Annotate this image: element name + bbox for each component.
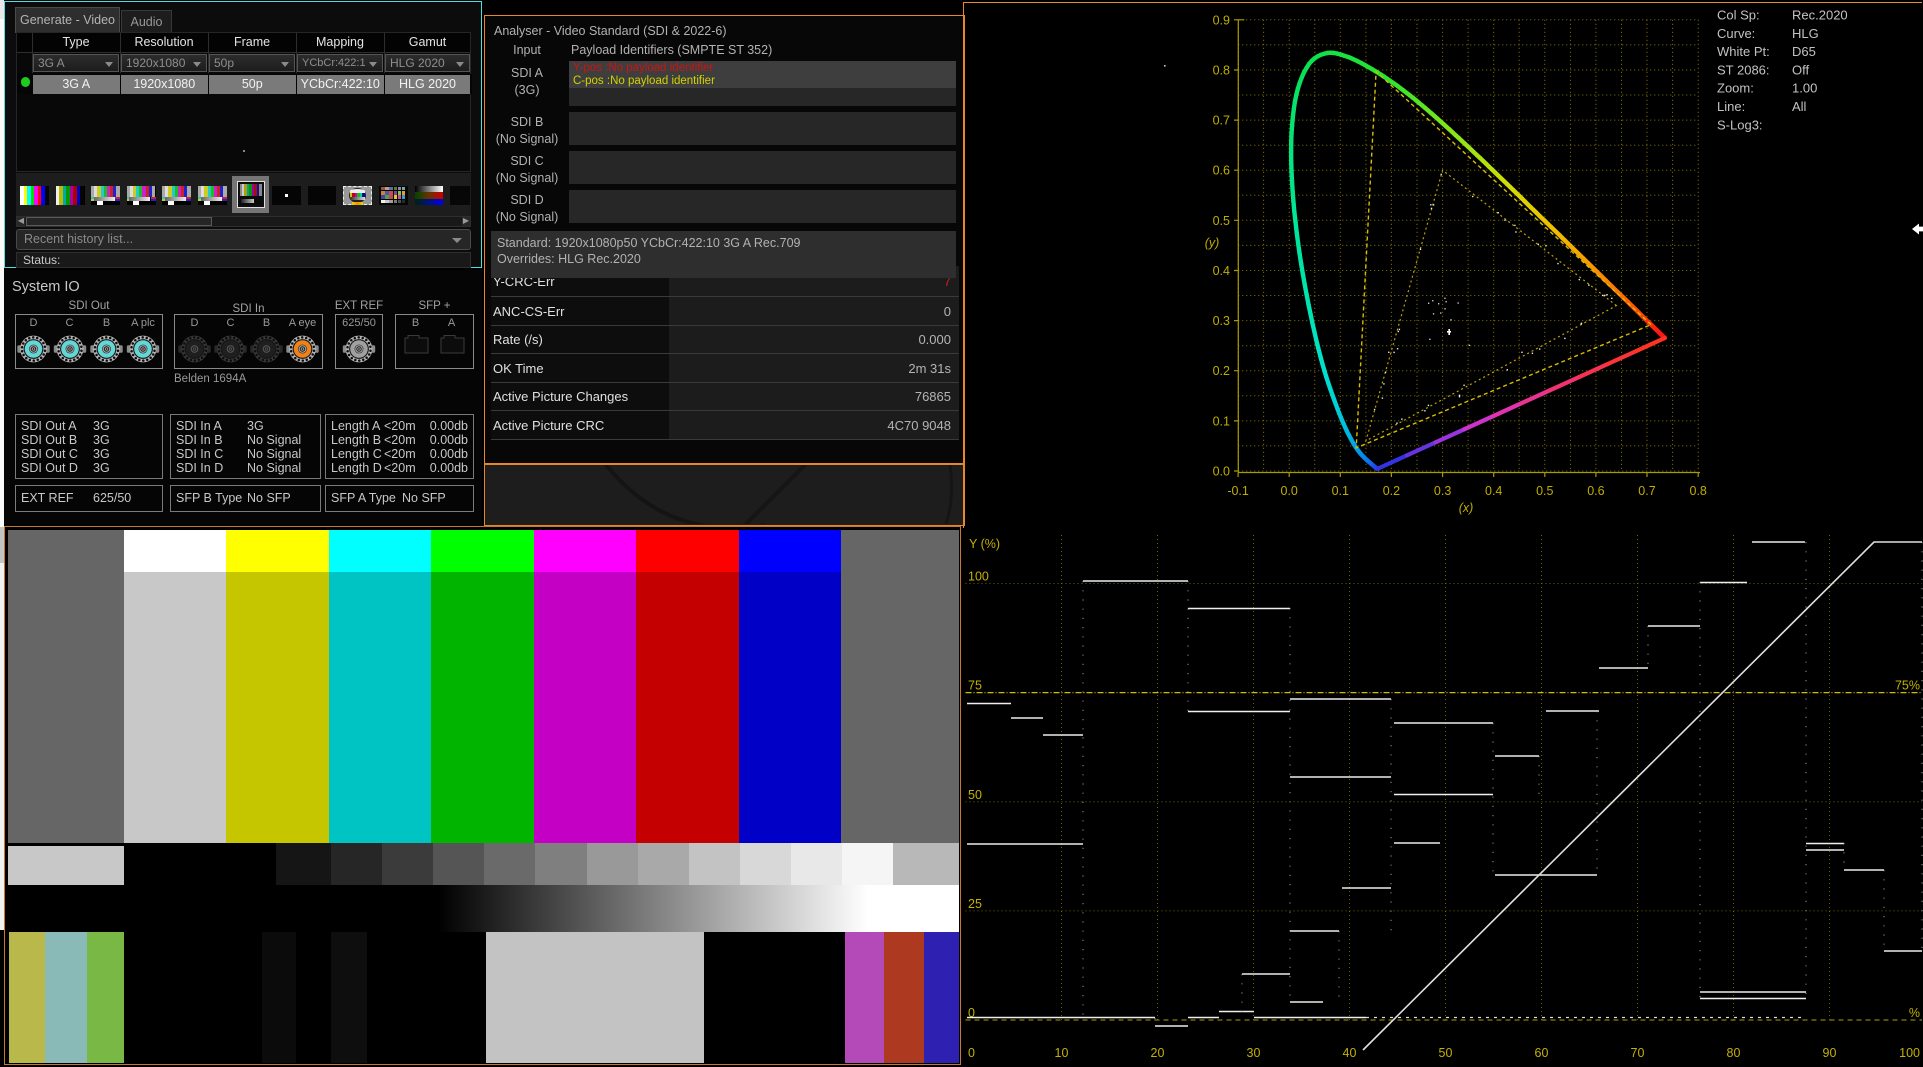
svg-text:Y (%): Y (%) — [969, 537, 1000, 551]
svg-text:%: % — [1909, 1006, 1920, 1020]
svg-text:D65: D65 — [1792, 44, 1816, 59]
svg-text:Col Sp:: Col Sp: — [1717, 8, 1760, 23]
svg-text:0.6: 0.6 — [1213, 164, 1230, 178]
svg-text:75: 75 — [968, 679, 982, 693]
svg-text:40: 40 — [1343, 1046, 1357, 1060]
svg-text:All: All — [1792, 99, 1807, 114]
svg-text:75%: 75% — [1895, 679, 1920, 693]
svg-text:Off: Off — [1792, 62, 1809, 77]
svg-text:0.3: 0.3 — [1213, 314, 1230, 328]
svg-text:50: 50 — [968, 788, 982, 802]
svg-text:0.7: 0.7 — [1213, 114, 1230, 128]
svg-text:ST 2086:: ST 2086: — [1717, 62, 1770, 77]
svg-text:(y): (y) — [1205, 236, 1220, 250]
svg-text:0.5: 0.5 — [1213, 214, 1230, 228]
svg-text:0.4: 0.4 — [1213, 264, 1230, 278]
svg-text:Zoom:: Zoom: — [1717, 81, 1754, 96]
svg-text:White Pt:: White Pt: — [1717, 44, 1770, 59]
svg-text:Line:: Line: — [1717, 99, 1745, 114]
svg-text:0.9: 0.9 — [1213, 13, 1230, 27]
svg-text:0.8: 0.8 — [1213, 64, 1230, 78]
svg-text:70: 70 — [1631, 1046, 1645, 1060]
svg-text:0.3: 0.3 — [1434, 484, 1451, 498]
svg-text:S-Log3:: S-Log3: — [1717, 117, 1763, 132]
svg-text:30: 30 — [1247, 1046, 1261, 1060]
svg-text:0.2: 0.2 — [1383, 484, 1400, 498]
svg-text:0.6: 0.6 — [1587, 484, 1604, 498]
svg-text:Curve:: Curve: — [1717, 26, 1755, 41]
svg-text:0.0: 0.0 — [1213, 465, 1230, 479]
svg-text:60: 60 — [1535, 1046, 1549, 1060]
svg-text:1.00: 1.00 — [1792, 81, 1817, 96]
svg-text:0.1: 0.1 — [1332, 484, 1349, 498]
svg-text:0.0: 0.0 — [1281, 484, 1298, 498]
svg-text:50: 50 — [1439, 1046, 1453, 1060]
svg-text:0.5: 0.5 — [1536, 484, 1553, 498]
svg-text:(x): (x) — [1459, 501, 1474, 515]
svg-text:100: 100 — [968, 570, 989, 584]
svg-text:0.1: 0.1 — [1213, 414, 1230, 428]
svg-text:80: 80 — [1727, 1046, 1741, 1060]
svg-text:0.4: 0.4 — [1485, 484, 1502, 498]
svg-text:0.8: 0.8 — [1690, 484, 1707, 498]
svg-text:0.2: 0.2 — [1213, 364, 1230, 378]
svg-text:0: 0 — [968, 1046, 975, 1060]
svg-text:25: 25 — [968, 897, 982, 911]
svg-text:20: 20 — [1151, 1046, 1165, 1060]
svg-text:HLG: HLG — [1792, 26, 1819, 41]
svg-text:10: 10 — [1055, 1046, 1069, 1060]
svg-text:100: 100 — [1899, 1046, 1920, 1060]
svg-text:90: 90 — [1823, 1046, 1837, 1060]
svg-text:-0.1: -0.1 — [1227, 484, 1249, 498]
svg-text:0.7: 0.7 — [1638, 484, 1655, 498]
svg-text:Rec.2020: Rec.2020 — [1792, 8, 1848, 23]
